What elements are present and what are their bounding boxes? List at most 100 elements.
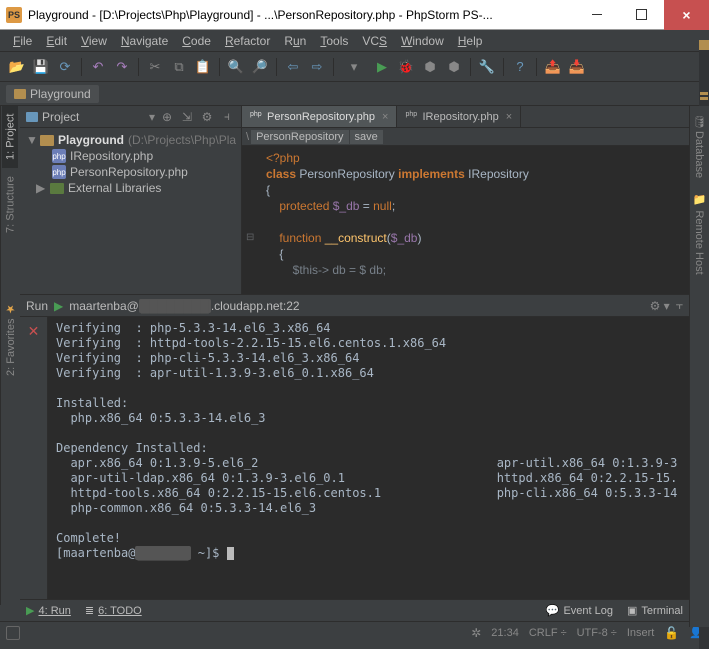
back-icon[interactable]: ⇦ bbox=[282, 56, 304, 78]
bottom-tab-run[interactable]: ▶4: Run bbox=[26, 604, 71, 617]
menu-navigate[interactable]: Navigate bbox=[114, 32, 175, 50]
redacted-text: ██████ bbox=[135, 546, 190, 560]
left-tool-strip-bottom: 2: Favorites ★ bbox=[0, 294, 20, 605]
warning-marker[interactable] bbox=[700, 97, 708, 100]
menu-help[interactable]: Help bbox=[451, 32, 490, 50]
run-toolbar: ✕ bbox=[20, 317, 48, 599]
run-icon[interactable]: ▶ bbox=[371, 56, 393, 78]
stop-icon[interactable]: ⬢ bbox=[443, 56, 465, 78]
rerun-icon[interactable]: ▶ bbox=[54, 299, 63, 313]
menu-file[interactable]: File bbox=[6, 32, 39, 50]
undo-icon[interactable]: ↶ bbox=[87, 56, 109, 78]
menu-edit[interactable]: Edit bbox=[39, 32, 74, 50]
main-toolbar: 📂 💾 ⟳ ↶ ↷ ✂ ⧉ 📋 🔍 🔎 ⇦ ⇨ ▾ ▶ 🐞 ⬢ ⬢ 🔧 ? 📤 … bbox=[0, 52, 709, 82]
fold-icon[interactable]: ⊟ bbox=[246, 230, 254, 246]
lock-icon[interactable]: 🔓 bbox=[664, 626, 679, 640]
analysis-status-icon[interactable] bbox=[699, 40, 709, 50]
toolbar-separator bbox=[276, 58, 277, 76]
left-tab-favorites[interactable]: 2: Favorites ★ bbox=[2, 294, 19, 384]
warning-marker[interactable] bbox=[700, 92, 708, 95]
menu-vcs[interactable]: VCS bbox=[355, 32, 394, 50]
right-tab-database[interactable]: 🛢Database bbox=[691, 106, 708, 186]
autoscroll-icon[interactable]: ⊕ bbox=[159, 110, 175, 124]
minimize-button[interactable] bbox=[574, 0, 619, 30]
stop-icon[interactable]: ✕ bbox=[28, 323, 40, 340]
redo-icon[interactable]: ↷ bbox=[111, 56, 133, 78]
bottom-tab-terminal[interactable]: ▣Terminal bbox=[627, 604, 683, 617]
editor-tab[interactable]: php PersonRepository.php × bbox=[242, 106, 397, 127]
right-tab-remote-host[interactable]: 📁Remote Host bbox=[691, 186, 708, 283]
config-dropdown[interactable]: ▾ bbox=[339, 56, 369, 78]
open-icon[interactable]: 📂 bbox=[6, 56, 28, 78]
tree-file[interactable]: php PersonRepository.php bbox=[22, 164, 239, 180]
menu-window[interactable]: Window bbox=[394, 32, 451, 50]
breadcrumb-root[interactable]: Playground bbox=[6, 85, 99, 103]
settings-icon[interactable]: 🔧 bbox=[476, 56, 498, 78]
project-tree: ▼ Playground (D:\Projects\Php\Pla php IR… bbox=[20, 128, 241, 200]
save-icon[interactable]: 💾 bbox=[30, 56, 52, 78]
replace-icon[interactable]: 🔎 bbox=[249, 56, 271, 78]
find-icon[interactable]: 🔍 bbox=[225, 56, 247, 78]
left-tab-structure[interactable]: 7: Structure bbox=[3, 168, 19, 241]
download-icon[interactable]: 📥 bbox=[566, 56, 588, 78]
tree-root[interactable]: ▼ Playground (D:\Projects\Php\Pla bbox=[22, 132, 239, 148]
maximize-button[interactable] bbox=[619, 0, 664, 30]
dropdown-icon[interactable]: ▾ bbox=[149, 110, 155, 124]
menu-run[interactable]: Run bbox=[277, 32, 313, 50]
status-caret-position[interactable]: 21:34 bbox=[491, 627, 519, 639]
window-title: Playground - [D:\Projects\Php\Playground… bbox=[28, 8, 574, 22]
crumb-segment[interactable]: save bbox=[350, 130, 383, 144]
forward-icon[interactable]: ⇨ bbox=[306, 56, 328, 78]
hide-icon[interactable]: ⫟ bbox=[676, 298, 683, 313]
crumb-segment[interactable]: PersonRepository bbox=[251, 130, 348, 144]
paste-icon[interactable]: 📋 bbox=[192, 56, 214, 78]
tree-item-label: External Libraries bbox=[68, 181, 161, 195]
cursor bbox=[227, 547, 234, 560]
close-tab-icon[interactable]: × bbox=[506, 111, 512, 123]
console-output[interactable]: Verifying : php-5.3.3-14.el6_3.x86_64 Ve… bbox=[48, 317, 689, 599]
close-button[interactable]: × bbox=[664, 0, 709, 30]
debug-icon[interactable]: 🐞 bbox=[395, 56, 417, 78]
tree-item-label: PersonRepository.php bbox=[70, 165, 188, 179]
toolbar-separator bbox=[333, 58, 334, 76]
tree-external-libs[interactable]: ▶ External Libraries bbox=[22, 180, 239, 196]
coverage-icon[interactable]: ⬢ bbox=[419, 56, 441, 78]
window-titlebar: PS Playground - [D:\Projects\Php\Playgro… bbox=[0, 0, 709, 30]
expand-icon[interactable]: ▼ bbox=[26, 133, 36, 147]
expand-icon[interactable]: ▶ bbox=[36, 181, 46, 195]
menu-refactor[interactable]: Refactor bbox=[218, 32, 277, 50]
folder-icon bbox=[14, 89, 26, 99]
left-tab-project[interactable]: 1: Project bbox=[3, 106, 19, 168]
toolwindows-toggle-icon[interactable] bbox=[6, 626, 20, 640]
tree-file[interactable]: php IRepository.php bbox=[22, 148, 239, 164]
upload-icon[interactable]: 📤 bbox=[542, 56, 564, 78]
editor-tab[interactable]: php IRepository.php × bbox=[397, 106, 521, 127]
run-panel-title: Run bbox=[26, 299, 48, 313]
status-encoding[interactable]: UTF-8 ÷ bbox=[577, 627, 617, 639]
help-icon[interactable]: ? bbox=[509, 56, 531, 78]
bottom-tab-todo[interactable]: ≣6: TODO bbox=[85, 604, 142, 617]
gear-icon[interactable]: ⚙ bbox=[199, 110, 215, 124]
settings-icon[interactable]: ⚙ ▾ bbox=[650, 299, 670, 313]
menu-tools[interactable]: Tools bbox=[313, 32, 355, 50]
tab-label: PersonRepository.php bbox=[267, 111, 375, 123]
cut-icon[interactable]: ✂ bbox=[144, 56, 166, 78]
sync-icon[interactable]: ⟳ bbox=[54, 56, 76, 78]
status-line-ending[interactable]: CRLF ÷ bbox=[529, 627, 567, 639]
toolbar-separator bbox=[503, 58, 504, 76]
menu-code[interactable]: Code bbox=[175, 32, 218, 50]
php-file-icon: php bbox=[52, 149, 66, 163]
code-editor[interactable]: <?php class PersonRepository implements … bbox=[242, 146, 709, 294]
progress-icon: ✲ bbox=[471, 626, 481, 640]
status-insert-mode[interactable]: Insert bbox=[627, 627, 655, 639]
breadcrumb-label: Playground bbox=[30, 87, 91, 101]
php-file-icon: php bbox=[405, 111, 417, 123]
copy-icon[interactable]: ⧉ bbox=[168, 56, 190, 78]
hide-icon[interactable]: ⫞ bbox=[219, 109, 235, 124]
bottom-tab-eventlog[interactable]: 💬Event Log bbox=[546, 604, 613, 617]
collapse-icon[interactable]: ⇲ bbox=[179, 110, 195, 124]
toolbar-separator bbox=[81, 58, 82, 76]
left-tool-strip: 7: Structure 1: Project bbox=[0, 106, 20, 294]
menu-view[interactable]: View bbox=[74, 32, 114, 50]
close-tab-icon[interactable]: × bbox=[382, 111, 388, 123]
